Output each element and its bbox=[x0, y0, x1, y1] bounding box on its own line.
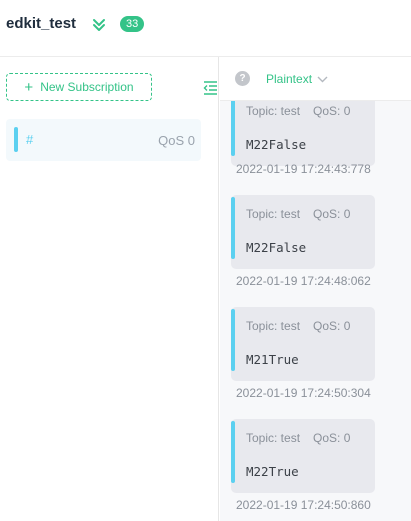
message-card: Topic: test QoS: 0 M22False bbox=[231, 92, 375, 166]
subscription-topic: # bbox=[26, 132, 34, 147]
subscriptions-pane: + New Subscription # QoS 0 bbox=[0, 57, 219, 521]
message-payload: M21True bbox=[246, 352, 299, 367]
message-timestamp: 2022-01-19 17:24:50:304 bbox=[236, 386, 371, 400]
plus-icon: + bbox=[24, 78, 34, 96]
message-topic: Topic: test bbox=[246, 319, 301, 333]
message-color-bar bbox=[231, 309, 235, 371]
message-meta: Topic: test QoS: 0 bbox=[246, 319, 350, 333]
message-payload: M22True bbox=[246, 464, 299, 479]
connection-header: edkit_test 33 bbox=[0, 0, 411, 57]
subscription-qos: QoS 0 bbox=[158, 133, 195, 148]
messages-toolbar: ? Plaintext bbox=[220, 57, 411, 101]
double-chevron-down-icon[interactable] bbox=[91, 17, 107, 33]
message-meta: Topic: test QoS: 0 bbox=[246, 431, 350, 445]
message-meta: Topic: test QoS: 0 bbox=[246, 104, 350, 118]
message-timestamp: 2022-01-19 17:24:50:860 bbox=[236, 498, 371, 512]
message-payload: M22False bbox=[246, 240, 307, 255]
message-list[interactable]: Topic: test QoS: 0 M22False 2022-01-19 17… bbox=[220, 57, 411, 521]
message-meta: Topic: test QoS: 0 bbox=[246, 207, 350, 221]
messages-pane: Topic: test QoS: 0 M22False 2022-01-19 17… bbox=[220, 57, 411, 521]
message-qos: QoS: 0 bbox=[313, 319, 351, 333]
message-qos: QoS: 0 bbox=[313, 431, 351, 445]
message-timestamp: 2022-01-19 17:24:48:062 bbox=[236, 274, 371, 288]
collapse-sidebar-icon[interactable] bbox=[203, 81, 218, 95]
new-subscription-label: New Subscription bbox=[40, 80, 134, 94]
message-card: Topic: test QoS: 0 M22False bbox=[231, 195, 375, 269]
message-payload: M22False bbox=[246, 137, 307, 152]
message-color-bar bbox=[231, 421, 235, 483]
subscription-item[interactable]: # QoS 0 bbox=[6, 119, 201, 161]
message-topic: Topic: test bbox=[246, 207, 301, 221]
new-subscription-button[interactable]: + New Subscription bbox=[6, 73, 152, 101]
app-window: edkit_test 33 + New Subscription # QoS 0 bbox=[0, 0, 411, 521]
message-qos: QoS: 0 bbox=[313, 104, 351, 118]
message-topic: Topic: test bbox=[246, 104, 301, 118]
connection-name: edkit_test bbox=[6, 15, 77, 32]
message-color-bar bbox=[231, 94, 235, 156]
message-timestamp: 2022-01-19 17:24:43:778 bbox=[236, 162, 371, 176]
payload-format-value: Plaintext bbox=[266, 72, 313, 86]
message-qos: QoS: 0 bbox=[313, 207, 351, 221]
help-icon[interactable]: ? bbox=[235, 71, 250, 86]
message-color-bar bbox=[231, 197, 235, 259]
subscription-color-bar bbox=[14, 127, 18, 152]
chevron-down-icon bbox=[317, 76, 328, 82]
message-count-badge: 33 bbox=[120, 16, 145, 32]
message-topic: Topic: test bbox=[246, 431, 301, 445]
message-card: Topic: test QoS: 0 M21True bbox=[231, 307, 375, 381]
message-card: Topic: test QoS: 0 M22True bbox=[231, 419, 375, 493]
payload-format-select[interactable]: Plaintext bbox=[266, 69, 328, 89]
